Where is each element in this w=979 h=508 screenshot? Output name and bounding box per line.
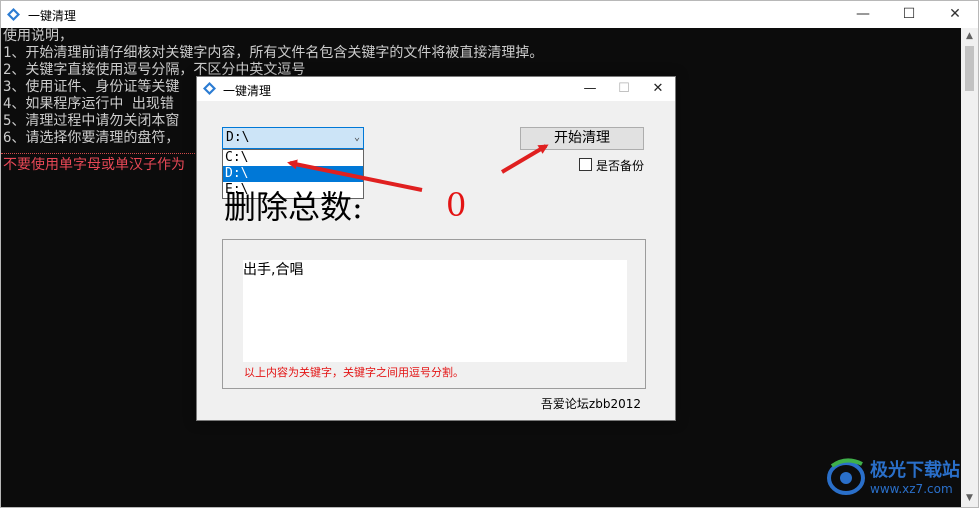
watermark-logo-icon	[827, 458, 865, 495]
console-line: 3、使用证件、身份证等关键	[3, 79, 180, 95]
scroll-thumb[interactable]	[965, 46, 974, 91]
minimize-button[interactable]: —	[840, 1, 886, 28]
keywords-hint: 以上内容为关键字，关键字之间用逗号分割。	[244, 366, 464, 379]
total-deleted-label: 删除总数:	[224, 188, 363, 226]
scroll-up-icon[interactable]: ▲	[961, 28, 978, 45]
dialog-minimize-button[interactable]: —	[573, 77, 607, 101]
maximize-icon: ☐	[902, 6, 916, 22]
app-icon	[7, 8, 20, 21]
console-line: 6、请选择你要清理的盘符，	[3, 130, 180, 146]
checkbox-icon[interactable]	[579, 158, 592, 171]
author-credit: 吾爱论坛zbb2012	[540, 397, 641, 411]
cleanup-dialog: 一键清理 — ☐ ✕ D:\ ⌄ C:\ D:\ E:\ 开始清理 是否备份 删…	[196, 76, 676, 421]
dialog-title: 一键清理	[223, 84, 272, 98]
close-icon: ✕	[652, 81, 664, 96]
console-line: 5、清理过程中请勿关闭本窗	[3, 113, 180, 129]
console-title: 一键清理	[28, 9, 77, 23]
maximize-button[interactable]: ☐	[886, 1, 932, 28]
maximize-icon: ☐	[618, 81, 630, 96]
total-deleted-count: 0	[446, 186, 467, 224]
keywords-groupbox: 出手,合唱 以上内容为关键字，关键字之间用逗号分割。	[222, 239, 646, 389]
drive-select[interactable]: D:\ ⌄	[222, 127, 364, 149]
dialog-close-button[interactable]: ✕	[641, 77, 675, 101]
dialog-titlebar[interactable]: 一键清理 — ☐ ✕	[197, 77, 675, 101]
console-warning: 不要使用单字母或单汉子作为	[3, 157, 185, 173]
watermark-brand: 极光下载站	[870, 460, 960, 481]
minimize-icon: —	[583, 81, 597, 96]
close-icon: ✕	[949, 6, 961, 22]
start-cleanup-button[interactable]: 开始清理	[520, 127, 644, 150]
console-titlebar[interactable]: 一键清理 — ☐ ✕	[1, 1, 978, 28]
drive-option-d[interactable]: D:\	[223, 166, 363, 182]
console-divider	[1, 153, 201, 154]
console-line: 1、开始清理前请仔细核对关键字内容，所有文件名包含关键字的文件将被直接清理掉。	[3, 45, 544, 61]
app-icon	[203, 82, 216, 95]
backup-checkbox-label: 是否备份	[596, 159, 645, 173]
watermark-url: www.xz7.com	[870, 482, 953, 496]
minimize-icon: —	[856, 6, 870, 22]
keywords-input[interactable]: 出手,合唱	[243, 260, 627, 362]
console-scrollbar[interactable]: ▲ ▼	[961, 28, 978, 507]
drive-select-value: D:\	[226, 130, 250, 145]
console-line: 4、如果程序运行中 出现错	[3, 96, 174, 112]
watermark: 极光下载站 www.xz7.com	[826, 450, 976, 505]
console-line: 使用说明，	[3, 28, 73, 44]
chevron-down-icon: ⌄	[353, 132, 360, 143]
dialog-maximize-button[interactable]: ☐	[607, 77, 641, 101]
close-button[interactable]: ✕	[932, 1, 978, 28]
drive-option-c[interactable]: C:\	[223, 150, 363, 166]
